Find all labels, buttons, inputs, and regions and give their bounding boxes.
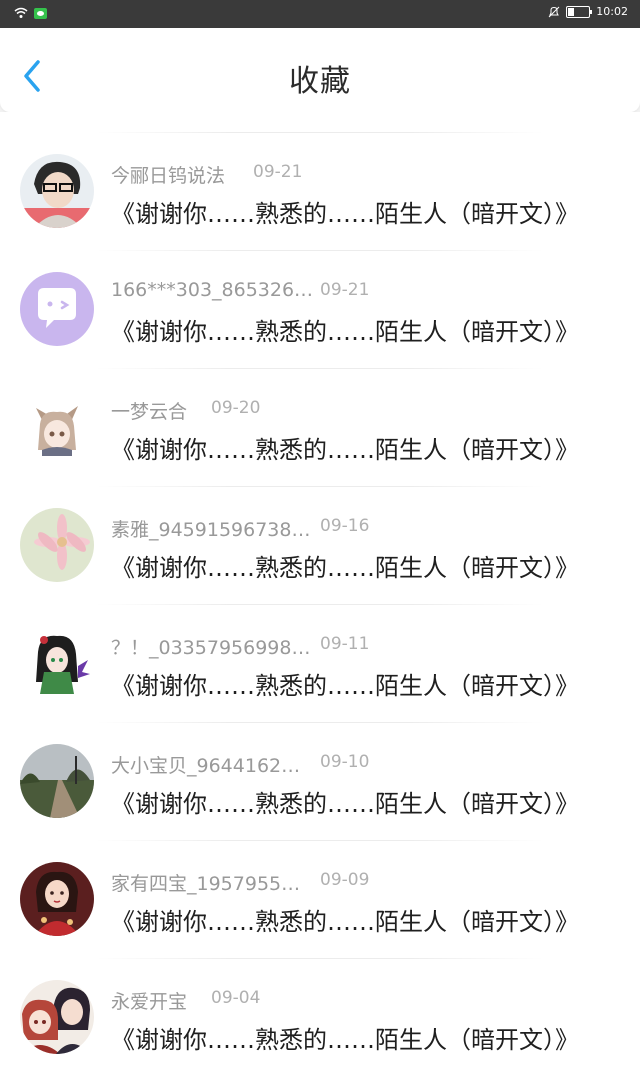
- list-item[interactable]: 永爱开宝 09-04 《谢谢你……熟悉的……陌生人（暗开文）》: [0, 938, 640, 1056]
- note-title[interactable]: 《谢谢你……熟悉的……陌生人（暗开文）》: [111, 666, 579, 701]
- page-title: 收藏: [289, 64, 351, 99]
- list-item[interactable]: 大小宝贝_9644162… 09-10 《谢谢你……熟悉的……陌生人（暗开文）》: [0, 702, 640, 820]
- date: 09-10: [320, 752, 370, 772]
- note-title[interactable]: 《谢谢你……熟悉的……陌生人（暗开文）》: [111, 312, 579, 347]
- no-disturb-icon: [548, 6, 560, 17]
- avatar-boy-glasses-image: [20, 154, 94, 228]
- avatar[interactable]: [20, 862, 94, 936]
- divider: [96, 958, 544, 959]
- avatar-purple-chat-image: [20, 272, 94, 346]
- avatar[interactable]: [20, 390, 94, 464]
- avatar-red-dress-girl-image: [20, 862, 94, 936]
- divider: [96, 132, 544, 133]
- divider: [96, 722, 544, 723]
- wechat-icon: [34, 7, 47, 19]
- list-item[interactable]: 家有四宝_1957955… 09-09 《谢谢你……熟悉的……陌生人（暗开文）》: [0, 820, 640, 938]
- username: 今郦日钨说法: [111, 165, 226, 187]
- avatar[interactable]: [20, 626, 94, 700]
- username: 家有四宝_1957955…: [111, 873, 301, 895]
- note-title[interactable]: 《谢谢你……熟悉的……陌生人（暗开文）》: [111, 548, 579, 583]
- avatar-pink-flower-image: [20, 508, 94, 582]
- date: 09-09: [320, 870, 370, 890]
- avatar-country-road-image: [20, 744, 94, 818]
- avatar[interactable]: [20, 744, 94, 818]
- note-title[interactable]: 《谢谢你……熟悉的……陌生人（暗开文）》: [111, 194, 579, 229]
- username: 166***303_865326…: [111, 279, 314, 301]
- wifi-icon: [14, 7, 28, 18]
- list-item[interactable]: 今郦日钨说法 09-21 《谢谢你……熟悉的……陌生人（暗开文）》: [0, 112, 640, 230]
- header-bar: 收藏: [0, 28, 640, 112]
- note-title[interactable]: 《谢谢你……熟悉的……陌生人（暗开文）》: [111, 430, 579, 465]
- username: ？！_03357956998…: [111, 637, 311, 659]
- avatar[interactable]: [20, 508, 94, 582]
- date: 09-16: [320, 516, 370, 536]
- avatar[interactable]: [20, 154, 94, 228]
- avatar[interactable]: [20, 980, 94, 1054]
- avatar[interactable]: [20, 272, 94, 346]
- favorites-list: 今郦日钨说法 09-21 《谢谢你……熟悉的……陌生人（暗开文）》 166***…: [0, 112, 640, 1067]
- divider: [96, 840, 544, 841]
- avatar-anime-green-image: [20, 626, 94, 700]
- divider: [96, 368, 544, 369]
- date: 09-21: [320, 280, 370, 300]
- note-title[interactable]: 《谢谢你……熟悉的……陌生人（暗开文）》: [111, 784, 579, 819]
- date: 09-20: [211, 398, 261, 418]
- username: 永爱开宝: [111, 991, 188, 1013]
- date: 09-21: [253, 162, 303, 182]
- status-left: [14, 6, 47, 20]
- date: 09-11: [320, 634, 370, 654]
- battery-icon: [566, 5, 593, 18]
- status-time: 10:02: [596, 5, 628, 18]
- list-item[interactable]: 素雅_94591596738… 09-16 《谢谢你……熟悉的……陌生人（暗开文…: [0, 466, 640, 584]
- username: 一梦云合: [111, 401, 188, 423]
- status-bar: 10:02: [0, 0, 640, 28]
- status-right: 10:02: [548, 5, 628, 18]
- list-item[interactable]: 166***303_865326… 09-21 《谢谢你……熟悉的……陌生人（暗…: [0, 230, 640, 348]
- divider: [96, 486, 544, 487]
- avatar-anime-couple-image: [20, 980, 94, 1054]
- note-title[interactable]: 《谢谢你……熟悉的……陌生人（暗开文）》: [111, 1020, 579, 1055]
- list-item[interactable]: ？！_03357956998… 09-11 《谢谢你……熟悉的……陌生人（暗开文…: [0, 584, 640, 702]
- username: 素雅_94591596738…: [111, 519, 311, 541]
- list-item[interactable]: 一梦云合 09-20 《谢谢你……熟悉的……陌生人（暗开文）》: [0, 348, 640, 466]
- note-title[interactable]: 《谢谢你……熟悉的……陌生人（暗开文）》: [111, 902, 579, 937]
- avatar-anime-foxgirl-image: [20, 390, 94, 464]
- divider: [96, 604, 544, 605]
- divider: [96, 250, 544, 251]
- date: 09-04: [211, 988, 261, 1008]
- username: 大小宝贝_9644162…: [111, 755, 301, 777]
